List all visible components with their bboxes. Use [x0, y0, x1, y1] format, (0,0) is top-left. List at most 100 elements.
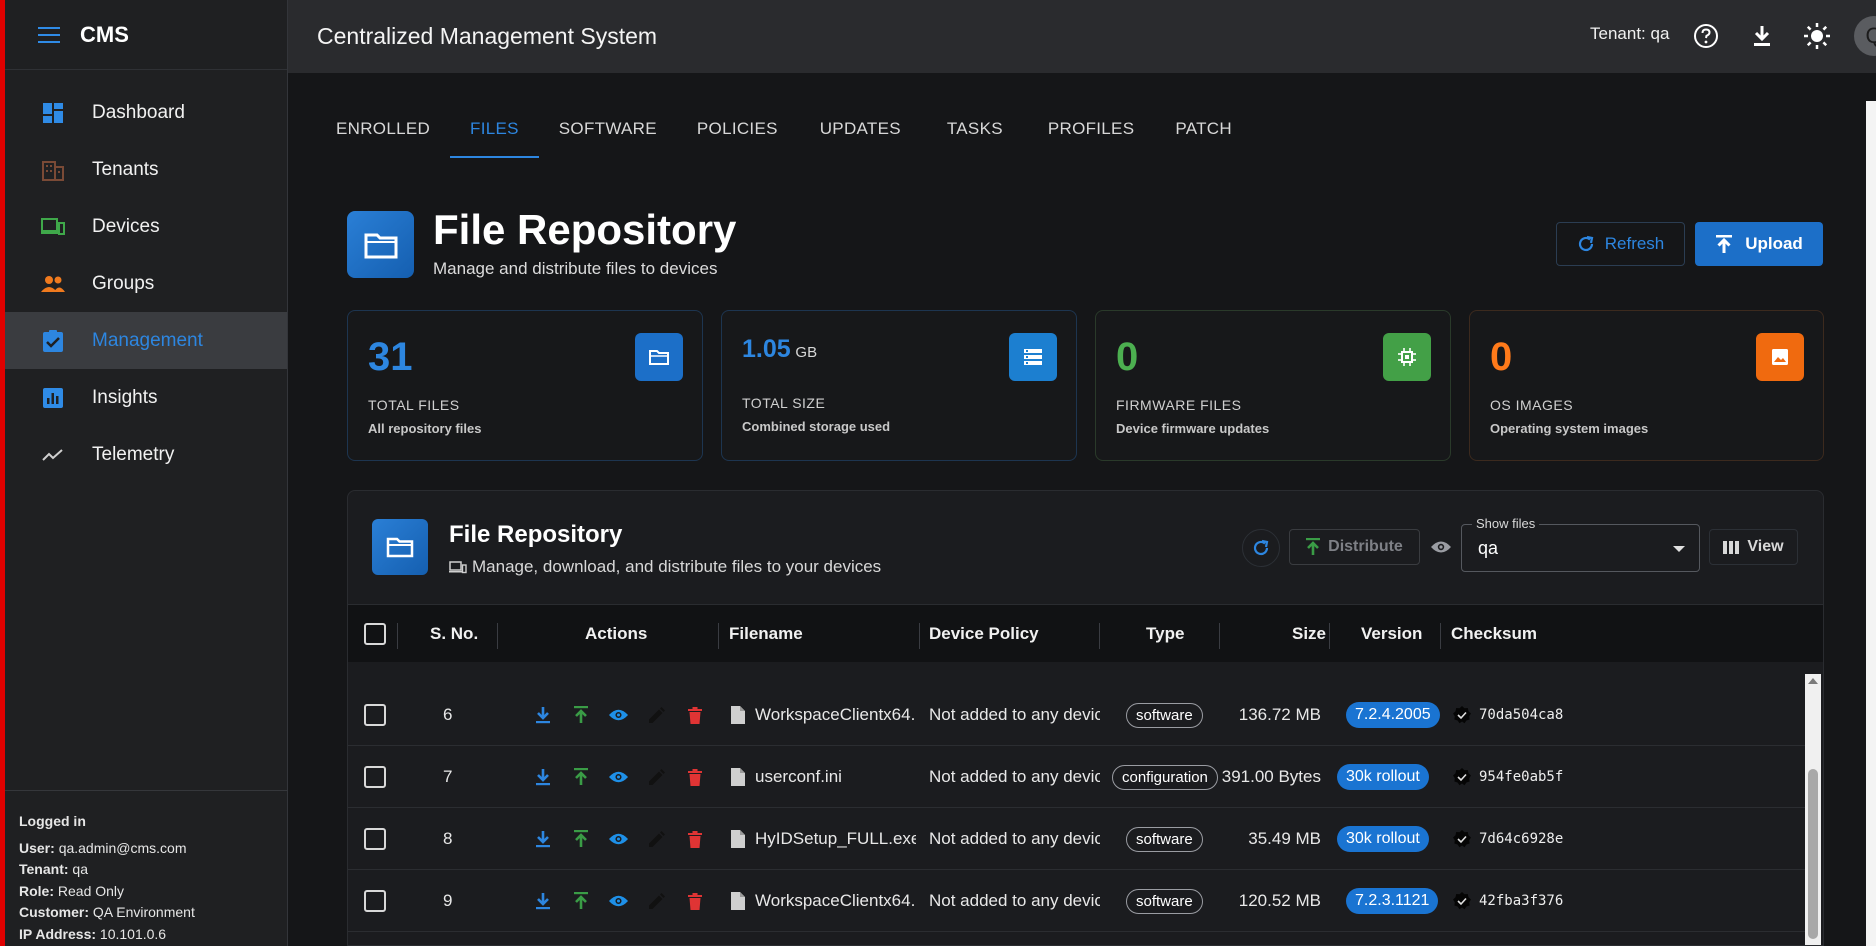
stat-desc: Device firmware updates — [1116, 421, 1270, 436]
delete-icon[interactable] — [684, 891, 705, 912]
eye-icon[interactable] — [608, 829, 629, 850]
stat-desc: Operating system images — [1490, 421, 1649, 436]
refresh-button[interactable] — [1242, 529, 1280, 567]
top-bar: Centralized Management System Tenant: qa… — [288, 0, 1876, 73]
col-version[interactable]: Version — [1361, 605, 1422, 663]
login-user-value: qa.admin@cms.com — [58, 839, 187, 856]
theme-toggle-icon[interactable] — [1801, 20, 1833, 52]
select-all-checkbox[interactable] — [364, 605, 386, 663]
table-row[interactable]: 7 userconf.ini Not added to any device p… — [348, 746, 1808, 808]
scrollbar-thumb[interactable] — [1808, 769, 1818, 939]
distribute-button[interactable]: Distribute — [1289, 529, 1420, 565]
avatar[interactable]: Q — [1854, 16, 1876, 56]
sidebar-item-telemetry[interactable]: Telemetry — [5, 426, 287, 483]
filename-text[interactable]: HyIDSetup_FULL.exe — [755, 829, 916, 849]
tab-enrolled[interactable]: ENROLLED — [316, 100, 450, 158]
edit-icon[interactable] — [646, 767, 667, 788]
col-sno[interactable]: S. No. — [430, 605, 478, 663]
download-icon[interactable] — [532, 705, 553, 726]
tab-files[interactable]: FILES — [450, 100, 539, 158]
edit-icon[interactable] — [646, 705, 667, 726]
delete-icon[interactable] — [684, 829, 705, 850]
download-icon[interactable] — [532, 829, 553, 850]
row-type: software — [1126, 684, 1203, 746]
verified-icon — [1453, 706, 1471, 724]
upload-button[interactable]: Upload — [1695, 222, 1823, 266]
sidebar-item-tenants[interactable]: Tenants — [5, 141, 287, 198]
upload-label: Upload — [1745, 234, 1803, 253]
table-row[interactable]: 9 WorkspaceClientx64.... Not added to an… — [348, 870, 1808, 932]
page-scrollbar[interactable] — [1866, 101, 1876, 946]
stat-desc: Combined storage used — [742, 419, 891, 434]
col-size[interactable]: Size — [1292, 605, 1326, 663]
show-files-value: qa — [1478, 538, 1499, 558]
trend-icon — [41, 443, 65, 467]
tab-patch[interactable]: PATCH — [1155, 100, 1252, 158]
tenant-indicator[interactable]: Tenant: qa — [1590, 24, 1669, 44]
row-device-policy: Not added to any device policy — [929, 891, 1100, 910]
tab-updates[interactable]: UPDATES — [798, 100, 923, 158]
distribute-icon[interactable] — [570, 829, 591, 850]
download-icon[interactable] — [532, 767, 553, 788]
row-checkbox[interactable] — [364, 808, 386, 870]
tab-profiles[interactable]: PROFILES — [1027, 100, 1155, 158]
download-icon[interactable] — [532, 891, 553, 912]
download-icon[interactable] — [1746, 20, 1778, 52]
distribute-icon[interactable] — [570, 767, 591, 788]
columns-icon — [1723, 540, 1740, 554]
chip-icon — [1383, 333, 1431, 381]
distribute-icon[interactable] — [570, 705, 591, 726]
file-repository-panel: File Repository Manage, download, and di… — [347, 490, 1824, 946]
menu-icon[interactable] — [38, 26, 60, 43]
sidebar-item-devices[interactable]: Devices — [5, 198, 287, 255]
distribute-icon — [1306, 538, 1321, 556]
view-columns-button[interactable]: View — [1709, 529, 1798, 565]
row-checkbox[interactable] — [364, 684, 386, 746]
eye-icon[interactable] — [608, 705, 629, 726]
delete-icon[interactable] — [684, 767, 705, 788]
show-files-select[interactable]: Show files qa — [1461, 516, 1700, 572]
sidebar-item-dashboard[interactable]: Dashboard — [5, 84, 287, 141]
help-icon[interactable] — [1690, 20, 1722, 52]
row-filename: HyIDSetup_FULL.exe — [731, 808, 916, 870]
stat-label: TOTAL FILES — [368, 397, 460, 413]
row-size: 120.52 MB — [1238, 891, 1321, 910]
devices-icon — [449, 560, 467, 574]
col-device-policy[interactable]: Device Policy — [929, 605, 1039, 663]
filename-text[interactable]: userconf.ini — [755, 767, 842, 787]
col-type[interactable]: Type — [1146, 605, 1184, 663]
eye-icon[interactable] — [608, 767, 629, 788]
tab-software[interactable]: SOFTWARE — [539, 100, 677, 158]
sidebar-item-groups[interactable]: Groups — [5, 255, 287, 312]
row-checkbox[interactable] — [364, 870, 386, 932]
edit-icon[interactable] — [646, 829, 667, 850]
scroll-up-icon[interactable] — [1808, 678, 1818, 684]
sidebar-item-management[interactable]: Management — [5, 312, 287, 369]
page-title: File Repository — [433, 206, 737, 253]
devices-icon — [41, 215, 65, 239]
eye-icon[interactable] — [608, 891, 629, 912]
panel-subtitle: Manage, download, and distribute files t… — [449, 557, 881, 577]
tab-policies[interactable]: POLICIES — [677, 100, 798, 158]
row-checkbox[interactable] — [364, 746, 386, 808]
refresh-button[interactable]: Refresh — [1556, 222, 1685, 266]
stat-number: 0 — [1116, 335, 1139, 379]
eye-icon[interactable] — [1429, 536, 1453, 558]
col-checksum[interactable]: Checksum — [1451, 605, 1537, 663]
delete-icon[interactable] — [684, 705, 705, 726]
column-divider — [1099, 623, 1100, 649]
row-version: 30k rollout — [1337, 746, 1429, 808]
app-title: Centralized Management System — [317, 23, 658, 49]
filename-text[interactable]: WorkspaceClientx64.... — [755, 705, 916, 725]
col-actions[interactable]: Actions — [585, 605, 647, 663]
table-row[interactable]: 8 HyIDSetup_FULL.exe Not added to any de… — [348, 808, 1808, 870]
distribute-icon[interactable] — [570, 891, 591, 912]
edit-icon[interactable] — [646, 891, 667, 912]
sidebar-item-insights[interactable]: Insights — [5, 369, 287, 426]
table-scrollbar[interactable] — [1805, 674, 1821, 945]
table-row[interactable]: 6 WorkspaceClientx64.... Not added to an… — [348, 684, 1808, 746]
col-filename[interactable]: Filename — [729, 605, 803, 663]
tab-tasks[interactable]: TASKS — [923, 100, 1027, 158]
sidebar-item-label: Dashboard — [92, 101, 185, 123]
filename-text[interactable]: WorkspaceClientx64.... — [755, 891, 916, 911]
